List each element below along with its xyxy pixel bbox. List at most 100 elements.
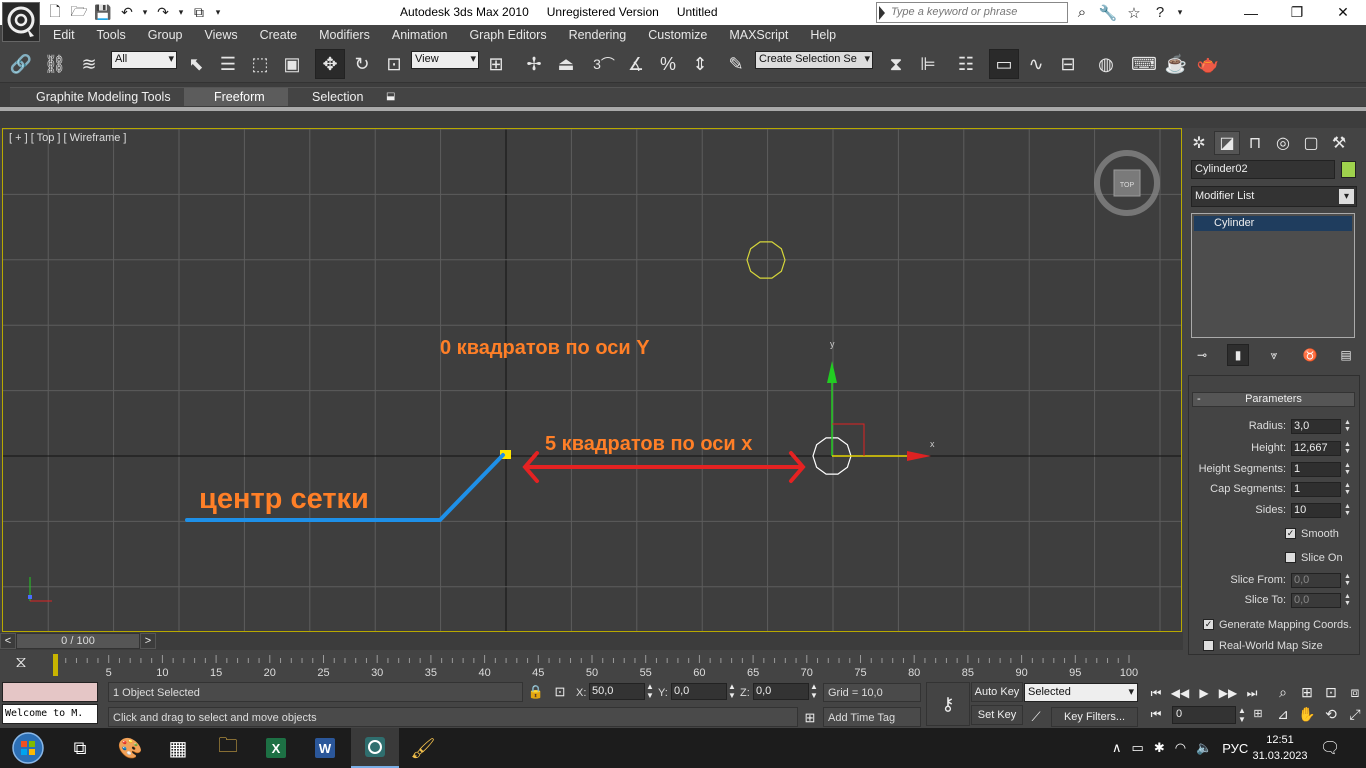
help-dropdown-icon[interactable]: ▾ (1174, 3, 1186, 22)
spinner-icon[interactable]: ▲ ▼ (1343, 503, 1352, 518)
mini-curve-editor-icon[interactable]: ⧖ (10, 654, 32, 676)
menu-views[interactable]: Views (193, 28, 248, 42)
save-icon[interactable]: 💾 (92, 3, 114, 22)
maxscript-output[interactable]: Welcome to M. (2, 704, 98, 724)
menu-graph-editors[interactable]: Graph Editors (458, 28, 557, 42)
display-panel-icon[interactable]: ▢ (1298, 131, 1324, 155)
tab-selection[interactable]: Selection (288, 88, 382, 106)
select-and-scale-icon[interactable]: ⊡ (379, 49, 409, 79)
application-button[interactable] (2, 2, 40, 42)
field-of-view-icon[interactable]: ⊿ (1272, 704, 1294, 725)
menu-maxscript[interactable]: MAXScript (718, 28, 799, 42)
viewcube[interactable]: TOP (1089, 147, 1165, 223)
start-button[interactable] (4, 728, 52, 768)
modifier-list-dropdown[interactable]: Modifier List ▾ (1191, 186, 1357, 207)
binoculars-icon[interactable]: ⌕ (1070, 3, 1094, 22)
word-icon[interactable]: W (301, 728, 349, 768)
spinner-icon[interactable]: ▲ ▼ (1343, 482, 1352, 497)
maxscript-listener-input[interactable] (2, 682, 98, 702)
render-production-icon[interactable]: 🫖 (1193, 49, 1223, 79)
create-panel-icon[interactable]: ✲ (1186, 131, 1212, 155)
percent-snap-icon[interactable]: % (653, 49, 683, 79)
paint-studio-icon[interactable]: 🖌 (399, 728, 447, 768)
slice-from-input[interactable]: 0,0 (1291, 573, 1341, 588)
key-mode-dropdown[interactable]: Selected (1024, 683, 1138, 702)
select-manipulate-icon[interactable]: ✢ (519, 49, 549, 79)
rectangular-selection-icon[interactable]: ⬚ (245, 49, 275, 79)
align-icon[interactable]: ⊫ (913, 49, 943, 79)
qat-customize-icon[interactable]: ▾ (212, 3, 224, 22)
select-object-icon[interactable]: ⬉ (181, 49, 211, 79)
smooth-checkbox[interactable]: ✓ (1285, 528, 1296, 539)
spinner-icon[interactable]: ▲ ▼ (727, 682, 737, 702)
spinner-icon[interactable]: ▲ ▼ (1343, 441, 1352, 456)
hierarchy-panel-icon[interactable]: ⊓ (1242, 131, 1268, 155)
redo-dropdown-icon[interactable]: ▾ (176, 3, 186, 22)
rollout-header[interactable]: - Parameters (1192, 392, 1355, 407)
unlink-icon[interactable]: ⛓ (40, 49, 70, 79)
time-tag-icon[interactable]: ⊞ (800, 708, 820, 728)
tab-graphite-modeling-tools[interactable]: Graphite Modeling Tools (10, 88, 178, 106)
select-and-rotate-icon[interactable]: ↻ (347, 49, 377, 79)
object-name-field[interactable]: Cylinder02 (1191, 160, 1335, 179)
bind-space-warp-icon[interactable]: ≋ (74, 49, 104, 79)
track-ruler[interactable]: 5 10 15 20 25 30 35 40 45 50 55 60 65 70 75 80 85 90 95 100 (53, 654, 1153, 678)
select-by-name-icon[interactable]: ☰ (213, 49, 243, 79)
time-slider-next-button[interactable]: > (140, 633, 156, 649)
key-filters-button[interactable]: Key Filters... (1051, 707, 1138, 727)
modifier-stack-item[interactable]: Cylinder (1194, 216, 1352, 231)
open-file-icon[interactable]: 🗁 (68, 3, 90, 22)
clock[interactable]: 12:51 31.03.2023 (1250, 732, 1310, 764)
make-unique-icon[interactable]: ⩔ (1263, 344, 1285, 366)
zoom-extents-all-icon[interactable]: ⧈ (1344, 682, 1366, 703)
mirror-icon[interactable]: ⧗ (881, 49, 911, 79)
time-slider-prev-button[interactable]: < (0, 633, 16, 649)
paint-app-icon[interactable]: 🎨 (106, 728, 154, 768)
key-mode-toggle-icon[interactable]: ⏮ (1145, 704, 1167, 724)
object-color-swatch[interactable] (1341, 161, 1356, 178)
viewport-label[interactable]: [ + ] [ Top ] [ Wireframe ] (9, 132, 126, 144)
time-configuration-icon[interactable]: ⊞ (1247, 704, 1269, 724)
subscription-icon[interactable]: 🔧 (1096, 3, 1120, 22)
auto-key-button[interactable]: Auto Key (971, 682, 1023, 702)
battery-icon[interactable]: ▭ (1132, 740, 1144, 756)
orbit-icon[interactable]: ⟲ (1320, 704, 1342, 725)
schematic-view-icon[interactable]: ⊟ (1053, 49, 1083, 79)
height-input[interactable]: 12,667 (1291, 441, 1341, 456)
maximize-button[interactable]: ❐ (1274, 0, 1320, 25)
search-input[interactable]: Type a keyword or phrase (876, 2, 1068, 23)
calculator-icon[interactable]: ▦ (154, 728, 202, 768)
default-tangents-icon[interactable]: ⟋ (1026, 707, 1046, 727)
pan-icon[interactable]: ✋ (1296, 704, 1318, 725)
excel-icon[interactable]: X (252, 728, 300, 768)
window-crossing-icon[interactable]: ▣ (277, 49, 307, 79)
menu-edit[interactable]: Edit (42, 28, 86, 42)
modifier-stack[interactable]: Cylinder (1191, 213, 1355, 338)
lock-selection-icon[interactable]: 🔒 (526, 682, 546, 702)
spinner-icon[interactable]: ▲ ▼ (645, 682, 655, 702)
chevron-up-icon[interactable]: ∧ (1112, 740, 1122, 756)
snaps-toggle-icon[interactable]: 3 ⌒ (589, 49, 619, 79)
reference-coordinate-dropdown[interactable]: View (411, 51, 479, 69)
menu-modifiers[interactable]: Modifiers (308, 28, 381, 42)
menu-rendering[interactable]: Rendering (558, 28, 638, 42)
favorites-icon[interactable]: ☆ (1122, 3, 1146, 22)
add-time-tag-button[interactable]: Add Time Tag (823, 707, 921, 727)
slice-on-checkbox[interactable] (1285, 552, 1296, 563)
height-segments-input[interactable]: 1 (1291, 462, 1341, 477)
selection-filter-dropdown[interactable]: All (111, 51, 177, 69)
y-coord-input[interactable]: 0,0 (671, 683, 727, 700)
pin-stack-icon[interactable]: ⊸ (1191, 344, 1213, 366)
undo-dropdown-icon[interactable]: ▾ (140, 3, 150, 22)
angle-snap-icon[interactable]: ∡ (621, 49, 651, 79)
radius-input[interactable]: 3,0 (1291, 419, 1341, 434)
next-frame-icon[interactable]: ▶▶ (1217, 683, 1239, 703)
file-explorer-icon[interactable]: 🗀 (204, 728, 252, 768)
gen-mapping-checkbox[interactable]: ✓ (1203, 619, 1214, 630)
volume-icon[interactable]: 🔈 (1196, 740, 1212, 756)
rendered-frame-window-icon[interactable]: ☕ (1161, 49, 1191, 79)
help-icon[interactable]: ? (1148, 3, 1172, 22)
spinner-icon[interactable]: ▲ ▼ (809, 682, 819, 702)
show-end-result-icon[interactable]: ▮ (1227, 344, 1249, 366)
notifications-icon[interactable]: 🗨 (1320, 738, 1340, 758)
